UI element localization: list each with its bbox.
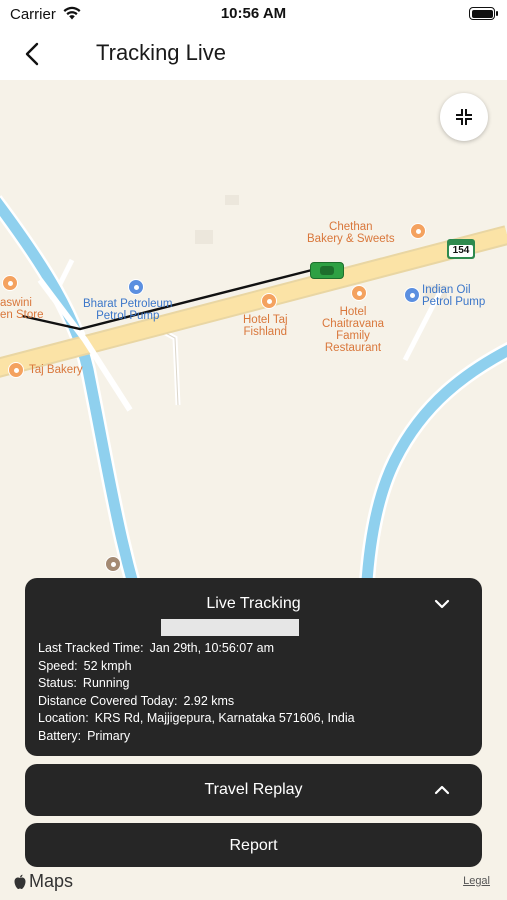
poi-indian-oil[interactable]: Indian Oil Petrol Pump: [422, 284, 485, 308]
restaurant-pin-icon[interactable]: [351, 285, 367, 301]
chevron-up-icon: [434, 785, 450, 795]
route-shield-icon: 154: [447, 239, 475, 259]
poi-taj-bakery[interactable]: Taj Bakery: [29, 364, 83, 376]
legal-link[interactable]: Legal: [463, 875, 490, 887]
vehicle-marker-icon[interactable]: [310, 262, 344, 279]
poi-chethan-bakery[interactable]: Chethan Bakery & Sweets: [307, 221, 395, 245]
school-pin-icon[interactable]: [105, 556, 121, 572]
info-row-distance: Distance Covered Today: 2.92 kms: [38, 693, 235, 708]
bakery-pin-icon[interactable]: [8, 362, 24, 378]
bakery-pin-icon[interactable]: [410, 223, 426, 239]
maps-label: Maps: [29, 871, 74, 891]
travel-replay-title: Travel Replay: [204, 781, 303, 798]
report-button[interactable]: Report: [25, 823, 482, 867]
info-row-battery: Battery: Primary: [38, 728, 131, 743]
travel-replay-toggle-button[interactable]: [432, 781, 452, 799]
poi-yaswini-store[interactable]: aswini en Store: [0, 297, 43, 321]
status-time: 10:56 AM: [220, 5, 287, 22]
info-row-status: Status: Running: [38, 676, 130, 691]
fuel-pin-icon[interactable]: [128, 279, 144, 295]
info-row-location: Location: KRS Rd, Majjigepura, Karnataka …: [38, 711, 355, 726]
fuel-pin-icon[interactable]: [404, 287, 420, 303]
chevron-left-icon: [25, 42, 39, 66]
apple-logo-icon: [14, 874, 26, 889]
device-name-placeholder: [161, 619, 299, 636]
report-label: Report: [229, 837, 278, 854]
battery-icon: [469, 7, 498, 20]
info-row-speed: Speed: 52 kmph: [38, 658, 132, 673]
route-number: 154: [449, 245, 473, 257]
travel-replay-card[interactable]: Travel Replay: [25, 764, 482, 816]
restaurant-pin-icon[interactable]: [261, 293, 277, 309]
poi-bharat-petroleum[interactable]: Bharat Petroleum Petrol Pump: [83, 298, 173, 322]
status-bar: Carrier 10:56 AM: [0, 0, 507, 28]
store-pin-icon[interactable]: [2, 275, 18, 291]
collapse-map-button[interactable]: [440, 93, 488, 141]
back-button[interactable]: [14, 36, 50, 72]
collapse-arrows-icon: [456, 109, 472, 125]
live-tracking-toggle-button[interactable]: [432, 595, 452, 613]
live-tracking-card: Live Tracking Last Tracked Time: Jan 29th…: [25, 578, 482, 756]
page-title: Tracking Live: [96, 40, 227, 65]
maps-attribution: Maps: [13, 871, 73, 892]
tracking-info-list: Last Tracked Time: Jan 29th, 10:56:07 am …: [38, 640, 355, 746]
poi-hotel-taj-fishland[interactable]: Hotel Taj Fishland: [243, 314, 288, 338]
nav-bar: Tracking Live: [0, 28, 507, 80]
poi-hotel-chaitravana[interactable]: Hotel Chaitravana Family Restaurant: [322, 306, 384, 354]
info-row-last-tracked: Last Tracked Time: Jan 29th, 10:56:07 am: [38, 641, 275, 655]
chevron-down-icon: [434, 599, 450, 609]
live-tracking-title: Live Tracking: [206, 595, 301, 612]
